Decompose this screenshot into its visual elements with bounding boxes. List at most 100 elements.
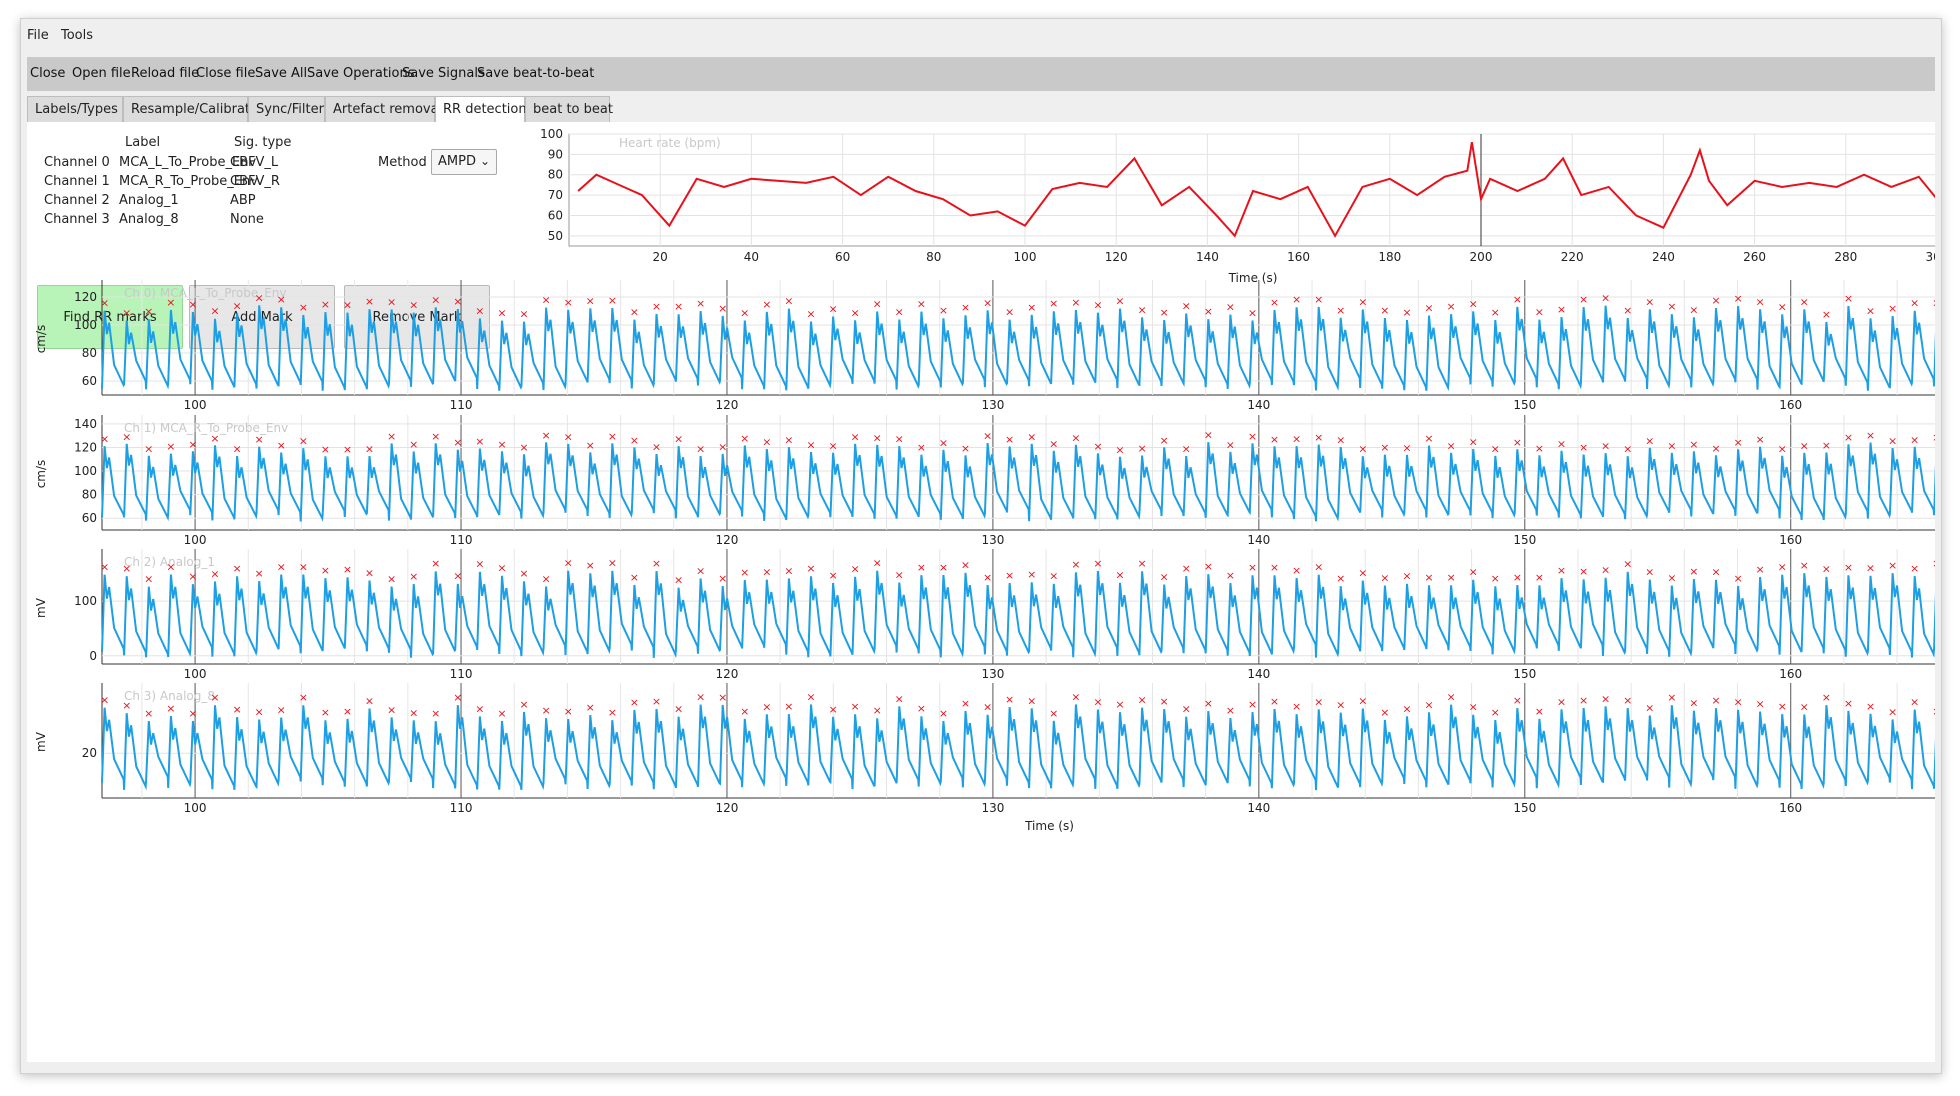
save-signals-button[interactable]: Save Signals — [402, 57, 485, 91]
save-all-button[interactable]: Save All — [255, 57, 307, 91]
rr-mark: × — [1932, 557, 1935, 570]
reload-file-button[interactable]: Reload file — [131, 57, 199, 91]
rr-mark: × — [652, 557, 661, 570]
rr-mark: × — [564, 705, 573, 718]
rr-mark: × — [1932, 705, 1935, 718]
x-tick-label: 60 — [835, 250, 850, 264]
save-beat-to-beat-button[interactable]: Save beat-to-beat — [477, 57, 594, 91]
rr-mark: × — [674, 703, 683, 716]
close-file-button[interactable]: Close file — [196, 57, 255, 91]
rr-mark: × — [277, 560, 286, 573]
menu-tools[interactable]: Tools — [61, 28, 93, 43]
x-tick-label: 150 — [1513, 398, 1536, 412]
x-tick-label: 160 — [1287, 250, 1310, 264]
rr-mark: × — [696, 442, 705, 455]
signal-chart-ch2: 100 110 120 130 140 150 1600100mVCh 2) Analog_… — [34, 549, 1935, 681]
rr-mark: × — [1800, 559, 1809, 572]
rr-mark: × — [917, 561, 926, 574]
rr-mark: × — [1888, 559, 1897, 572]
rr-mark: × — [255, 291, 264, 304]
rr-mark: × — [1093, 299, 1102, 312]
rr-mark: × — [1093, 696, 1102, 709]
rr-mark: × — [255, 567, 264, 580]
signal-line — [101, 704, 1935, 791]
rr-mark: × — [387, 430, 396, 443]
rr-mark: × — [1137, 694, 1146, 707]
rr-mark: × — [519, 441, 528, 454]
rr-mark: × — [1027, 568, 1036, 581]
rr-mark: × — [1469, 435, 1478, 448]
tab-rr-detection[interactable]: RR detection — [435, 96, 527, 123]
tab-artefact-removal[interactable]: Artefact removal — [325, 96, 442, 122]
rr-mark: × — [674, 433, 683, 446]
rr-mark: × — [343, 563, 352, 576]
rr-mark: × — [652, 695, 661, 708]
rr-mark: × — [1491, 442, 1500, 455]
rr-mark: × — [762, 700, 771, 713]
rr-mark: × — [100, 433, 109, 446]
menu-file[interactable]: File — [27, 28, 49, 43]
rr-mark: × — [453, 691, 462, 704]
tab-resample-calibrate[interactable]: Resample/Calibrate — [123, 96, 258, 122]
rr-mark: × — [895, 568, 904, 581]
rr-mark: × — [409, 570, 418, 583]
tab-sync-filter[interactable]: Sync/Filter — [248, 96, 325, 122]
rr-mark: × — [475, 558, 484, 571]
rr-mark: × — [453, 295, 462, 308]
tab-beat-to-beat[interactable]: beat to beat — [525, 96, 613, 122]
x-tick-label: 120 — [716, 667, 739, 681]
rr-mark: × — [586, 701, 595, 714]
save-operations-button[interactable]: Save Operations — [307, 57, 415, 91]
rr-mark: × — [1314, 293, 1323, 306]
signal-chart-ch0: 100 110 120 130 140 150 1606080100120cm/sCh 0)… — [34, 280, 1935, 412]
x-tick-label: 150 — [1513, 533, 1536, 547]
x-tick-label: 110 — [450, 667, 473, 681]
rr-mark: × — [232, 703, 241, 716]
x-tick-label: 40 — [744, 250, 759, 264]
x-tick-label: 140 — [1247, 398, 1270, 412]
rr-mark: × — [188, 298, 197, 311]
rr-mark: × — [1888, 705, 1897, 718]
rr-mark: × — [1866, 562, 1875, 575]
rr-mark: × — [1513, 694, 1522, 707]
rr-mark: × — [762, 436, 771, 449]
rr-mark: × — [1358, 566, 1367, 579]
rr-mark: × — [1667, 439, 1676, 452]
rr-mark: × — [210, 432, 219, 445]
rr-mark: × — [1314, 695, 1323, 708]
x-tick-label: 130 — [981, 667, 1004, 681]
rr-mark: × — [1623, 304, 1632, 317]
rr-mark: × — [1469, 297, 1478, 310]
close-button[interactable]: Close — [30, 57, 65, 91]
rr-mark: × — [1226, 300, 1235, 313]
x-tick-label: 100 — [184, 533, 207, 547]
rr-mark: × — [828, 439, 837, 452]
rr-mark: × — [299, 435, 308, 448]
rr-mark: × — [784, 700, 793, 713]
rr-mark: × — [1380, 571, 1389, 584]
open-file-button[interactable]: Open file — [72, 57, 131, 91]
rr-mark: × — [1689, 565, 1698, 578]
rr-mark: × — [431, 293, 440, 306]
rr-mark: × — [1557, 695, 1566, 708]
rr-mark: × — [1093, 440, 1102, 453]
rr-mark: × — [740, 705, 749, 718]
rr-mark: × — [1601, 692, 1610, 705]
rr-mark: × — [1866, 304, 1875, 317]
rr-mark: × — [1115, 443, 1124, 456]
rr-mark: × — [784, 434, 793, 447]
rr-mark: × — [1623, 558, 1632, 571]
rr-mark: × — [939, 707, 948, 720]
y-tick-label: 60 — [82, 374, 97, 388]
rr-mark: × — [431, 430, 440, 443]
rr-mark: × — [1756, 433, 1765, 446]
rr-mark: × — [1800, 700, 1809, 713]
rr-mark: × — [762, 565, 771, 578]
rr-mark: × — [1888, 435, 1897, 448]
rr-mark: × — [1336, 434, 1345, 447]
rr-mark: × — [1270, 296, 1279, 309]
rr-mark: × — [718, 440, 727, 453]
tab-labels-types[interactable]: Labels/Types — [27, 96, 123, 122]
rr-mark: × — [1292, 700, 1301, 713]
rr-mark: × — [608, 557, 617, 570]
